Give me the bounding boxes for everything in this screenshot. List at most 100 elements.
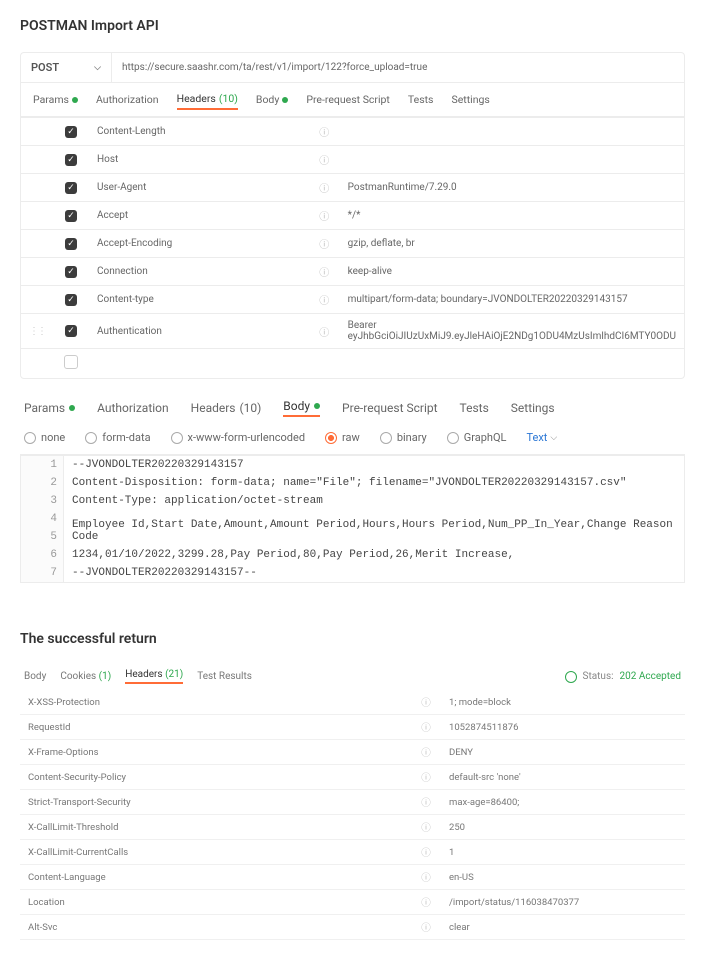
header-checkbox[interactable]: ✓ xyxy=(65,325,77,337)
chevron-down-icon: ⌵ xyxy=(94,63,101,73)
header-checkbox[interactable]: ✓ xyxy=(65,294,77,306)
header-checkbox[interactable]: ✓ xyxy=(65,266,77,278)
header-value[interactable]: keep-alive xyxy=(340,258,684,286)
request-tabs-1: Params Authorization Headers (10) Body Pre… xyxy=(21,83,684,117)
code-line[interactable]: Content-Disposition: form-data; name="Fi… xyxy=(64,474,684,492)
line-number: 3 xyxy=(21,492,64,510)
radio-x-www-form-urlencoded[interactable]: x-www-form-urlencoded xyxy=(171,431,306,444)
header-key[interactable]: User-Agent xyxy=(89,174,311,202)
info-icon: ⓘ xyxy=(411,840,441,865)
header-value[interactable] xyxy=(340,118,684,146)
tab-body[interactable]: Body xyxy=(256,89,288,110)
resp-header-key: X-CallLimit-Threshold xyxy=(20,815,411,840)
header-row: ✓ User-AgentⓘPostmanRuntime/7.29.0 xyxy=(21,174,684,202)
header-row: ⋮⋮✓AuthenticationⓘBearer eyJhbGciOiJIUzU… xyxy=(21,314,684,349)
header-checkbox[interactable] xyxy=(64,355,78,369)
tab-settings[interactable]: Settings xyxy=(451,89,489,110)
line-number: 6 xyxy=(21,546,64,564)
resp-tab-headers[interactable]: Headers (21) xyxy=(125,669,183,684)
body-format-select[interactable]: Text ⌵ xyxy=(526,431,557,444)
resp-header-value: 1052874511876 xyxy=(441,715,685,740)
tab-pre-request-script[interactable]: Pre-request Script xyxy=(306,89,390,110)
body-type-radios: none form-data x-www-form-urlencoded raw bin… xyxy=(20,423,685,454)
header-value[interactable]: gzip, deflate, br xyxy=(340,230,684,258)
tab-headers[interactable]: Headers (10) xyxy=(177,89,238,110)
tab-headers[interactable]: Headers (10) xyxy=(191,399,262,417)
resp-header-value: 1; mode=block xyxy=(441,690,685,715)
info-icon: ⓘ xyxy=(311,230,339,258)
header-key[interactable]: Content-type xyxy=(89,286,311,314)
header-value[interactable]: multipart/form-data; boundary=JVONDOLTER… xyxy=(340,286,684,314)
header-key[interactable]: Host xyxy=(89,146,311,174)
raw-body[interactable]: 1234567 --JVONDOLTER20220329143157Conten… xyxy=(21,455,684,582)
return-title: The successful return xyxy=(20,631,685,647)
header-row: ✓ Hostⓘ xyxy=(21,146,684,174)
info-icon: ⓘ xyxy=(411,740,441,765)
tab-params[interactable]: Params xyxy=(33,89,78,110)
method-select[interactable]: POST ⌵ xyxy=(21,53,112,82)
response-header-row: X-XSS-Protectionⓘ1; mode=block xyxy=(20,690,685,715)
tab-pre-request-script[interactable]: Pre-request Script xyxy=(342,399,437,417)
header-key[interactable]: Accept-Encoding xyxy=(89,230,311,258)
header-checkbox[interactable]: ✓ xyxy=(65,126,77,138)
info-icon: ⓘ xyxy=(311,202,339,230)
info-icon: ⓘ xyxy=(411,815,441,840)
resp-header-key: X-Frame-Options xyxy=(20,740,411,765)
tab-tests[interactable]: Tests xyxy=(460,399,489,417)
radio-none[interactable]: none xyxy=(24,431,65,444)
drag-handle-icon[interactable]: ⋮⋮ xyxy=(29,326,45,337)
line-number: 4 xyxy=(21,510,64,528)
resp-header-value: DENY xyxy=(441,740,685,765)
header-value[interactable]: Bearer eyJhbGciOiJIUzUxMiJ9.eyJleHAiOjE2… xyxy=(340,314,684,349)
info-icon: ⓘ xyxy=(411,915,441,940)
resp-header-value: 1 xyxy=(441,840,685,865)
header-checkbox[interactable]: ✓ xyxy=(65,182,77,194)
radio-binary[interactable]: binary xyxy=(380,431,427,444)
response-tabs: BodyCookies (1)Headers (21)Test ResultsS… xyxy=(20,665,685,688)
response-header-row: X-Frame-OptionsⓘDENY xyxy=(20,740,685,765)
resp-header-key: Strict-Transport-Security xyxy=(20,790,411,815)
header-checkbox[interactable]: ✓ xyxy=(65,238,77,250)
url-input[interactable]: https://secure.saashr.com/ta/rest/v1/imp… xyxy=(112,54,684,81)
resp-header-key: RequestId xyxy=(20,715,411,740)
code-line[interactable]: Employee Id,Start Date,Amount,Amount Per… xyxy=(64,516,684,546)
code-line[interactable]: --JVONDOLTER20220329143157 xyxy=(64,456,684,474)
header-checkbox[interactable]: ✓ xyxy=(65,154,77,166)
tab-body[interactable]: Body xyxy=(283,399,320,417)
response-header-row: RequestIdⓘ1052874511876 xyxy=(20,715,685,740)
code-line[interactable]: --JVONDOLTER20220329143157-- xyxy=(64,564,684,582)
header-value[interactable] xyxy=(340,146,684,174)
resp-tab-cookies[interactable]: Cookies (1) xyxy=(60,671,111,682)
tab-settings[interactable]: Settings xyxy=(511,399,555,417)
info-icon: ⓘ xyxy=(411,790,441,815)
request-line: POST ⌵ https://secure.saashr.com/ta/rest… xyxy=(21,53,684,83)
header-row xyxy=(21,349,684,379)
tab-authorization[interactable]: Authorization xyxy=(97,399,169,417)
code-line[interactable]: 1234,01/10/2022,3299.28,Pay Period,80,Pa… xyxy=(64,546,684,564)
tab-tests[interactable]: Tests xyxy=(408,89,434,110)
header-key[interactable] xyxy=(89,349,311,379)
response-header-row: Content-Languageⓘen-US xyxy=(20,865,685,890)
resp-tab-body[interactable]: Body xyxy=(24,671,46,682)
tab-params[interactable]: Params xyxy=(24,399,75,417)
info-icon: ⓘ xyxy=(311,146,339,174)
resp-header-value: default-src 'none' xyxy=(441,765,685,790)
header-key[interactable]: Connection xyxy=(89,258,311,286)
header-value[interactable]: PostmanRuntime/7.29.0 xyxy=(340,174,684,202)
header-key[interactable]: Authentication xyxy=(89,314,311,349)
info-icon: ⓘ xyxy=(311,286,339,314)
code-line[interactable]: Content-Type: application/octet-stream xyxy=(64,492,684,510)
header-value[interactable]: */* xyxy=(340,202,684,230)
header-key[interactable]: Accept xyxy=(89,202,311,230)
header-key[interactable]: Content-Length xyxy=(89,118,311,146)
info-icon: ⓘ xyxy=(411,890,441,915)
radio-GraphQL[interactable]: GraphQL xyxy=(447,431,507,444)
tab-authorization[interactable]: Authorization xyxy=(96,89,159,110)
info-icon: ⓘ xyxy=(311,174,339,202)
resp-tab-test-results[interactable]: Test Results xyxy=(197,671,252,682)
header-value[interactable] xyxy=(340,349,684,379)
header-checkbox[interactable]: ✓ xyxy=(65,210,77,222)
radio-form-data[interactable]: form-data xyxy=(85,431,150,444)
radio-raw[interactable]: raw xyxy=(325,431,360,444)
header-row: ✓Connectionⓘkeep-alive xyxy=(21,258,684,286)
